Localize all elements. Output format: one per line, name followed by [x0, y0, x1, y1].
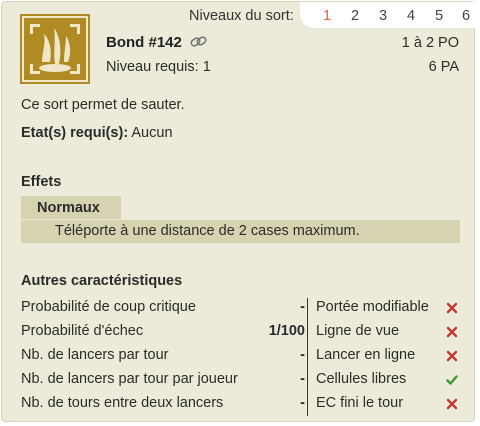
flag-label: Lancer en ligne	[316, 347, 416, 363]
level-5[interactable]: 5	[435, 8, 443, 24]
char-label: Nb. de tours entre deux lancers	[21, 395, 224, 411]
level-2[interactable]: 2	[351, 8, 359, 24]
char-row: Nb. de lancers par tour -	[21, 347, 305, 371]
spell-leap-icon	[20, 14, 90, 84]
characteristics-title: Autres caractéristiques	[21, 273, 183, 289]
char-row: Probabilité d'échec 1/100	[21, 323, 305, 347]
char-label: Probabilité de coup critique	[21, 299, 196, 315]
char-label: Nb. de lancers par tour par joueur	[21, 371, 238, 387]
flag-row: Cellules libres	[316, 371, 461, 395]
levels-label: Niveaux du sort:	[189, 8, 294, 24]
check-icon	[446, 374, 458, 386]
effect-row: Téléporte à une distance de 2 cases maxi…	[21, 220, 460, 243]
effects-title: Effets	[21, 174, 62, 190]
cost-pa: 6 PA	[428, 59, 459, 75]
level-4[interactable]: 4	[407, 8, 415, 24]
char-value: -	[300, 347, 305, 363]
flag-row: EC fini le tour	[316, 395, 461, 419]
cross-icon	[446, 326, 458, 338]
tab-normaux-label: Normaux	[37, 200, 100, 216]
char-value: -	[300, 371, 305, 387]
cross-icon	[446, 302, 458, 314]
char-row: Nb. de lancers par tour par joueur -	[21, 371, 305, 395]
link-icon[interactable]	[190, 34, 208, 50]
flag-row: Ligne de vue	[316, 323, 461, 347]
spell-description: Ce sort permet de sauter.	[21, 97, 185, 113]
spell-card: Niveaux du sort: 1 2 3 4 5 6 Bond #142 N…	[1, 1, 476, 422]
flag-label: Cellules libres	[316, 371, 407, 387]
level-3[interactable]: 3	[379, 8, 387, 24]
char-value: -	[300, 299, 305, 315]
flag-row: Lancer en ligne	[316, 347, 461, 371]
char-value: 1/100	[268, 323, 305, 339]
char-label: Nb. de lancers par tour	[21, 347, 169, 363]
effect-text: Téléporte à une distance de 2 cases maxi…	[55, 223, 360, 239]
char-value: -	[300, 395, 305, 411]
cross-icon	[446, 398, 458, 410]
required-states-value: Aucun	[131, 125, 173, 141]
required-states-label: Etat(s) requi(s):	[21, 125, 129, 141]
column-divider	[307, 298, 308, 416]
level-6[interactable]: 6	[462, 8, 470, 24]
tab-normaux[interactable]: Normaux	[21, 196, 121, 219]
required-states: Etat(s) requi(s): Aucun	[21, 125, 173, 141]
char-row: Probabilité de coup critique -	[21, 299, 305, 323]
flag-label: Ligne de vue	[316, 323, 400, 339]
range-po: 1 à 2 PO	[401, 35, 459, 51]
spell-name: Bond #142	[106, 34, 182, 51]
flag-row: Portée modifiable	[316, 299, 461, 323]
level-1[interactable]: 1	[323, 8, 331, 24]
char-row: Nb. de tours entre deux lancers -	[21, 395, 305, 419]
cross-icon	[446, 350, 458, 362]
flag-label: EC fini le tour	[316, 395, 404, 411]
level-required: Niveau requis: 1	[106, 59, 211, 75]
char-label: Probabilité d'échec	[21, 323, 144, 339]
flag-label: Portée modifiable	[316, 299, 429, 315]
